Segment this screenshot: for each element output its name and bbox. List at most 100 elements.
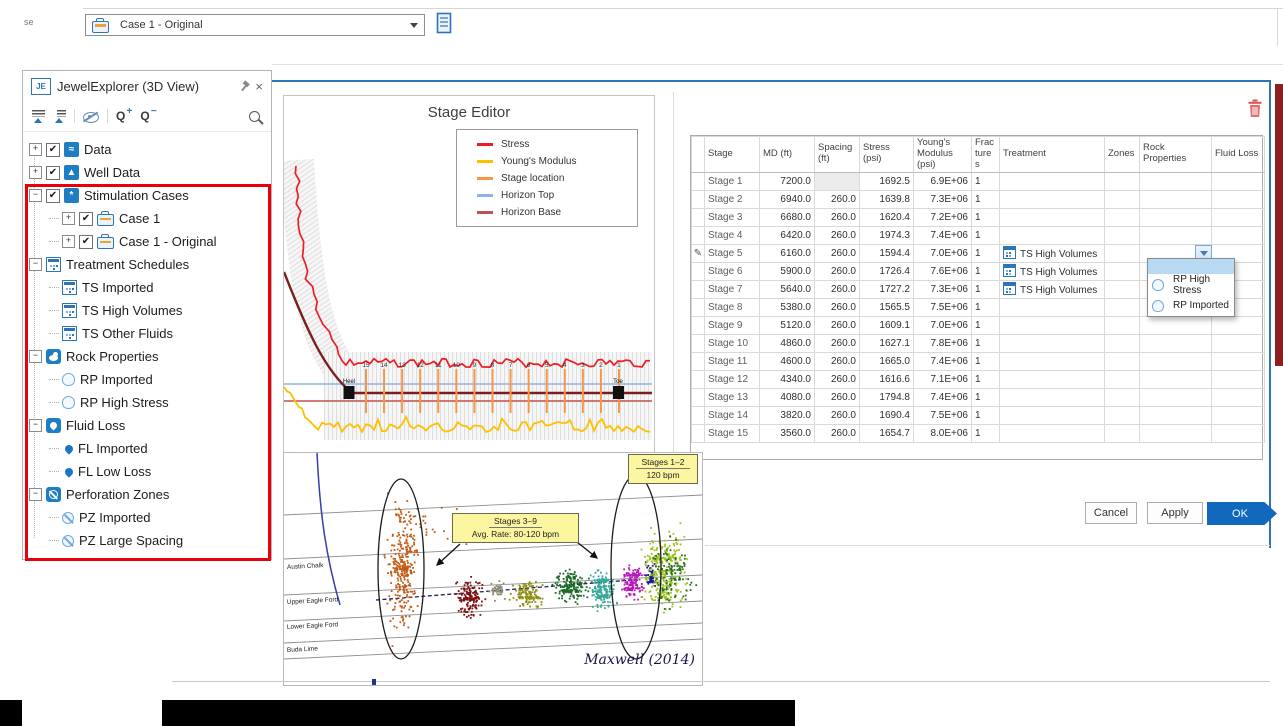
expander-icon[interactable]: − <box>29 419 42 432</box>
cell-youngs[interactable]: 6.9E+06 <box>914 172 972 190</box>
cell-treatment[interactable] <box>1000 208 1105 226</box>
dropdown-item-rp-imported[interactable]: RP Imported <box>1148 295 1234 316</box>
expander-icon[interactable]: − <box>29 350 42 363</box>
cell-stress[interactable]: 1609.1 <box>860 316 914 334</box>
pin-icon[interactable] <box>237 79 252 94</box>
row-selector[interactable] <box>692 298 705 316</box>
cell-spacing[interactable]: 260.0 <box>815 280 860 298</box>
cell-zones[interactable] <box>1105 280 1140 298</box>
tree-item-fluid-loss[interactable]: −Fluid Loss <box>23 414 271 437</box>
row-selector[interactable] <box>692 370 705 388</box>
cell-md[interactable]: 3820.0 <box>760 406 815 424</box>
cell-youngs[interactable]: 7.4E+06 <box>914 352 972 370</box>
table-row-stage-4[interactable]: Stage 46420.0260.01974.37.4E+061 <box>692 226 1265 244</box>
cell-spacing[interactable]: 260.0 <box>815 352 860 370</box>
cell-fluid-loss[interactable] <box>1212 334 1265 352</box>
cell-spacing[interactable]: 260.0 <box>815 316 860 334</box>
cell-md[interactable]: 4340.0 <box>760 370 815 388</box>
tree-item-ts-high-volumes[interactable]: TS High Volumes <box>23 299 271 322</box>
checkbox[interactable]: ✔ <box>46 143 60 157</box>
tree-item-stimulation-cases[interactable]: −✔*Stimulation Cases <box>23 184 271 207</box>
cell-treatment[interactable] <box>1000 316 1105 334</box>
cell-fluid-loss[interactable] <box>1212 190 1265 208</box>
cell-stage[interactable]: Stage 13 <box>705 388 760 406</box>
cell-zones[interactable] <box>1105 226 1140 244</box>
cell-rock-properties[interactable] <box>1140 316 1212 334</box>
hide-eye-icon[interactable] <box>83 112 99 123</box>
cell-spacing[interactable]: 260.0 <box>815 226 860 244</box>
cell-rock-properties[interactable] <box>1140 370 1212 388</box>
tree-item-rock-properties[interactable]: −Rock Properties <box>23 345 271 368</box>
cancel-button[interactable]: Cancel <box>1085 502 1137 524</box>
cell-stress[interactable]: 1627.1 <box>860 334 914 352</box>
cell-stress[interactable]: 1620.4 <box>860 208 914 226</box>
expander-icon[interactable]: − <box>29 258 42 271</box>
cell-spacing[interactable]: 260.0 <box>815 262 860 280</box>
cell-md[interactable]: 7200.0 <box>760 172 815 190</box>
table-row-stage-10[interactable]: Stage 104860.0260.01627.17.8E+061 <box>692 334 1265 352</box>
table-row-stage-11[interactable]: Stage 114600.0260.01665.07.4E+061 <box>692 352 1265 370</box>
cell-zones[interactable] <box>1105 172 1140 190</box>
cell-spacing[interactable]: 260.0 <box>815 298 860 316</box>
cell-fractures[interactable]: 1 <box>972 316 1000 334</box>
cell-rock-properties[interactable] <box>1140 334 1212 352</box>
zoom-out-icon[interactable]: Q <box>140 109 156 123</box>
cell-treatment[interactable] <box>1000 352 1105 370</box>
cell-fractures[interactable]: 1 <box>972 226 1000 244</box>
cell-stage[interactable]: Stage 11 <box>705 352 760 370</box>
cell-md[interactable]: 5640.0 <box>760 280 815 298</box>
cell-md[interactable]: 4080.0 <box>760 388 815 406</box>
tree-item-well-data[interactable]: +✔▲Well Data <box>23 161 271 184</box>
cell-youngs[interactable]: 7.0E+06 <box>914 244 972 262</box>
row-selector[interactable] <box>692 334 705 352</box>
cell-fractures[interactable]: 1 <box>972 388 1000 406</box>
tree-item-pz-imported[interactable]: PZ Imported <box>23 506 271 529</box>
ok-button[interactable]: OK <box>1207 502 1277 525</box>
cell-youngs[interactable]: 7.4E+06 <box>914 226 972 244</box>
cell-md[interactable]: 6940.0 <box>760 190 815 208</box>
cell-zones[interactable] <box>1105 190 1140 208</box>
cell-stage[interactable]: Stage 12 <box>705 370 760 388</box>
tree-item-ts-other-fluids[interactable]: TS Other Fluids <box>23 322 271 345</box>
cell-fractures[interactable]: 1 <box>972 280 1000 298</box>
row-selector[interactable] <box>692 388 705 406</box>
cell-fractures[interactable]: 1 <box>972 406 1000 424</box>
table-row-stage-15[interactable]: Stage 153560.0260.01654.78.0E+061 <box>692 424 1265 442</box>
apply-button[interactable]: Apply <box>1147 502 1203 524</box>
cell-stress[interactable]: 1565.5 <box>860 298 914 316</box>
cell-fractures[interactable]: 1 <box>972 190 1000 208</box>
cell-stage[interactable]: Stage 3 <box>705 208 760 226</box>
cell-fractures[interactable]: 1 <box>972 370 1000 388</box>
cell-fractures[interactable]: 1 <box>972 424 1000 442</box>
cell-treatment[interactable] <box>1000 190 1105 208</box>
cell-treatment[interactable] <box>1000 406 1105 424</box>
cell-stage[interactable]: Stage 1 <box>705 172 760 190</box>
cell-rock-properties[interactable] <box>1140 352 1212 370</box>
cell-zones[interactable] <box>1105 424 1140 442</box>
row-selector[interactable] <box>692 208 705 226</box>
cell-md[interactable]: 3560.0 <box>760 424 815 442</box>
cell-rock-properties[interactable] <box>1140 226 1212 244</box>
table-row-stage-3[interactable]: Stage 36680.0260.01620.47.2E+061 <box>692 208 1265 226</box>
dropdown-item-item[interactable] <box>1148 259 1234 274</box>
cell-stress[interactable]: 1654.7 <box>860 424 914 442</box>
cell-stress[interactable]: 1690.4 <box>860 406 914 424</box>
cell-youngs[interactable]: 7.5E+06 <box>914 406 972 424</box>
cell-md[interactable]: 6420.0 <box>760 226 815 244</box>
cell-treatment[interactable] <box>1000 388 1105 406</box>
cell-spacing[interactable]: 260.0 <box>815 334 860 352</box>
cell-fluid-loss[interactable] <box>1212 424 1265 442</box>
expand-all-icon[interactable] <box>53 109 66 123</box>
cell-youngs[interactable]: 7.1E+06 <box>914 370 972 388</box>
cell-youngs[interactable]: 8.0E+06 <box>914 424 972 442</box>
cell-spacing[interactable]: 260.0 <box>815 388 860 406</box>
cell-stress[interactable]: 1594.4 <box>860 244 914 262</box>
cell-stress[interactable]: 1616.6 <box>860 370 914 388</box>
cell-stage[interactable]: Stage 7 <box>705 280 760 298</box>
cell-md[interactable]: 5900.0 <box>760 262 815 280</box>
cell-stage[interactable]: Stage 10 <box>705 334 760 352</box>
cell-youngs[interactable]: 7.8E+06 <box>914 334 972 352</box>
cell-stage[interactable]: Stage 6 <box>705 262 760 280</box>
table-row-stage-1[interactable]: Stage 17200.01692.56.9E+061 <box>692 172 1265 190</box>
search-icon[interactable] <box>249 111 260 122</box>
